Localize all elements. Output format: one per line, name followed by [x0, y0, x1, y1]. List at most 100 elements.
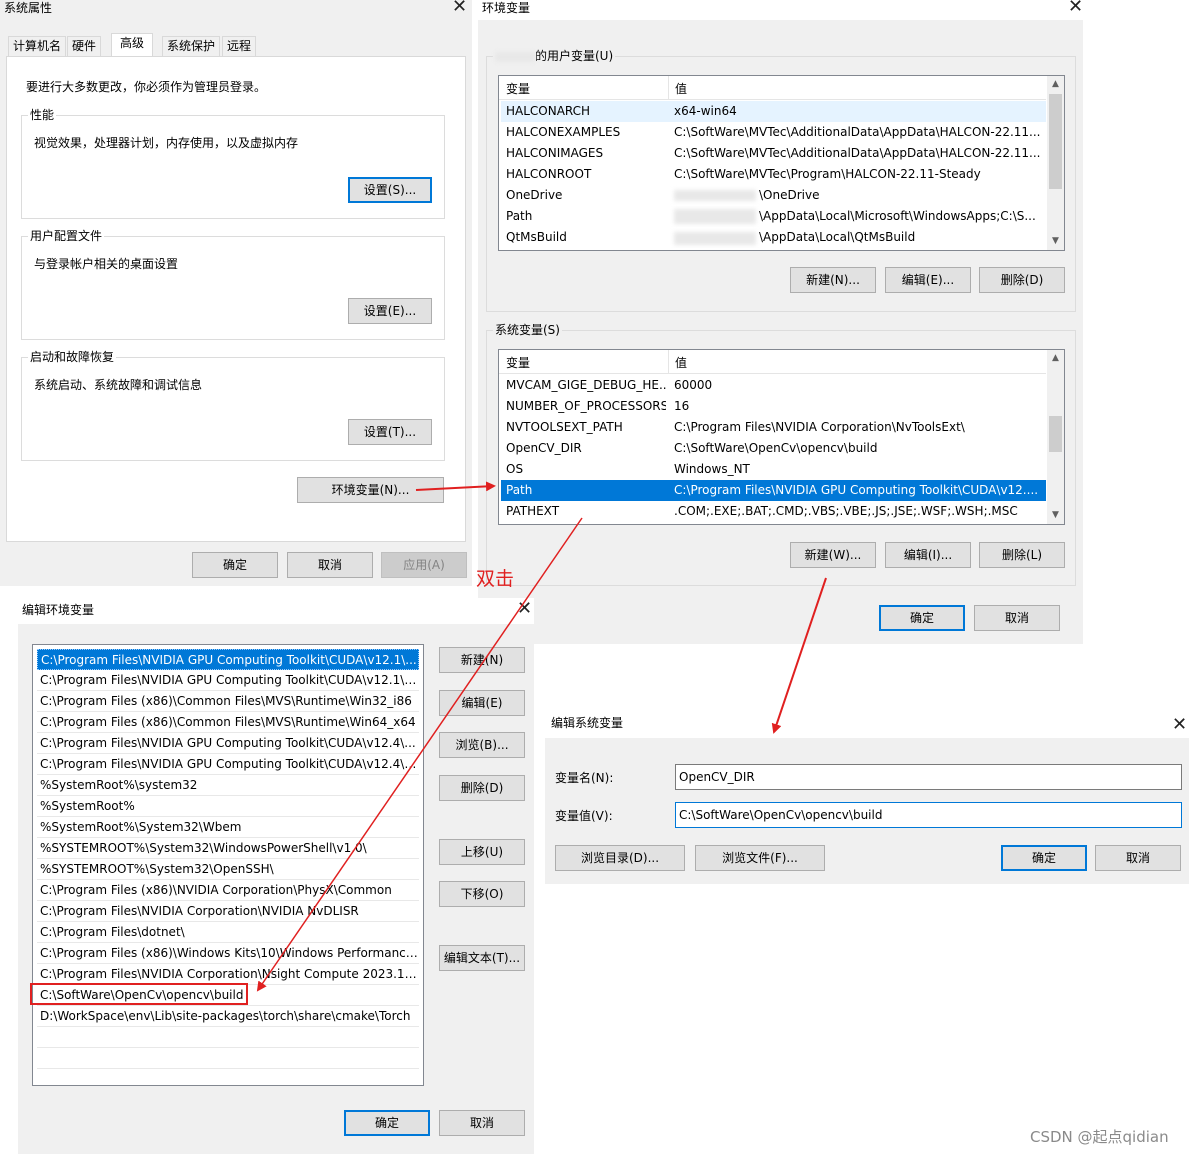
list-item[interactable]: C:\Program Files\NVIDIA GPU Computing To…	[37, 670, 419, 691]
list-item[interactable]: %SYSTEMROOT%\System32\WindowsPowerShell\…	[37, 838, 419, 859]
column-header-variable[interactable]: 变量	[506, 354, 530, 371]
list-item[interactable]: C:\Program Files (x86)\Common Files\MVS\…	[37, 691, 419, 712]
table-row[interactable]: NUMBER_OF_PROCESSORS 16	[501, 396, 1046, 417]
cancel-button[interactable]: 取消	[1095, 845, 1181, 871]
scrollbar[interactable]: ▲ ▼	[1047, 76, 1064, 250]
list-item-empty[interactable]	[37, 1048, 419, 1069]
browse-button[interactable]: 浏览(B)...	[439, 732, 525, 758]
ok-button[interactable]: 确定	[344, 1110, 430, 1136]
variable-name-input[interactable]: OpenCV_DIR	[675, 764, 1182, 790]
scroll-thumb[interactable]	[1049, 416, 1062, 452]
browse-file-button[interactable]: 浏览文件(F)...	[695, 845, 825, 871]
table-row[interactable]: OS Windows_NT	[501, 459, 1046, 480]
highlight-box	[30, 983, 248, 1005]
user-delete-button[interactable]: 删除(D)	[979, 267, 1065, 293]
table-row[interactable]: NVTOOLSEXT_PATH C:\Program Files\NVIDIA C…	[501, 417, 1046, 438]
close-icon[interactable]: ✕	[517, 600, 532, 618]
variable-name-label: 变量名(N):	[555, 771, 614, 785]
edit-text-button[interactable]: 编辑文本(T)...	[439, 945, 525, 971]
list-item[interactable]: C:\Program Files\dotnet\	[37, 922, 419, 943]
list-item[interactable]: C:\Program Files (x86)\Common Files\MVS\…	[37, 712, 419, 733]
ok-button[interactable]: 确定	[879, 605, 965, 631]
move-down-button[interactable]: 下移(O)	[439, 881, 525, 907]
user-edit-button[interactable]: 编辑(E)...	[885, 267, 971, 293]
list-item[interactable]: %SystemRoot%	[37, 796, 419, 817]
table-row-selected[interactable]: Path C:\Program Files\NVIDIA GPU Computin…	[501, 480, 1046, 501]
close-icon[interactable]: ✕	[1068, 0, 1083, 16]
list-header: 变量 值	[499, 350, 1046, 374]
list-header: 变量 值	[499, 76, 1046, 100]
list-item[interactable]: %SYSTEMROOT%\System32\OpenSSH\	[37, 859, 419, 880]
performance-group: 性能 视觉效果，处理器计划，内存使用，以及虚拟内存 设置(S)...	[21, 107, 445, 219]
blurred-path	[674, 209, 756, 224]
table-row[interactable]: Path \AppData\Local\Microsoft\WindowsApps…	[501, 206, 1046, 227]
list-item[interactable]: %SystemRoot%\System32\Wbem	[37, 817, 419, 838]
edit-button[interactable]: 编辑(E)	[439, 690, 525, 716]
table-row[interactable]: QtMsBuild \AppData\Local\QtMsBuild	[501, 227, 1046, 248]
cancel-button[interactable]: 取消	[439, 1110, 525, 1136]
system-variables-list[interactable]: 变量 值 MVCAM_GIGE_DEBUG_HE... 60000 NUMBER_…	[498, 349, 1065, 525]
variable-value-input[interactable]: C:\SoftWare\OpenCv\opencv\build	[675, 802, 1182, 828]
system-new-button[interactable]: 新建(W)...	[790, 542, 876, 568]
list-item[interactable]: D:\WorkSpace\env\Lib\site-packages\torch…	[37, 1006, 419, 1027]
list-item[interactable]: C:\Program Files\NVIDIA GPU Computing To…	[37, 754, 419, 775]
cancel-button[interactable]: 取消	[287, 552, 373, 578]
environment-variables-button[interactable]: 环境变量(N)...	[297, 477, 444, 503]
table-row[interactable]: HALCONARCH x64-win64	[501, 101, 1046, 122]
environment-variables-dialog: 环境变量 ✕ 的用户变量(U) 变量 值 HALCONARCH x64-win64…	[478, 0, 1083, 644]
table-row[interactable]: HALCONROOT C:\SoftWare\MVTec\Program\HALC…	[501, 164, 1046, 185]
list-item-empty[interactable]	[37, 1027, 419, 1048]
system-delete-button[interactable]: 删除(L)	[979, 542, 1065, 568]
list-item[interactable]: C:\Program Files (x86)\NVIDIA Corporatio…	[37, 880, 419, 901]
ok-button[interactable]: 确定	[1001, 845, 1087, 871]
path-entries-list[interactable]: C:\Program Files\NVIDIA GPU Computing To…	[32, 644, 424, 1086]
browse-directory-button[interactable]: 浏览目录(D)...	[555, 845, 685, 871]
table-row[interactable]: PATHEXT .COM;.EXE;.BAT;.CMD;.VBS;.VBE;.JS…	[501, 501, 1046, 522]
tab-remote[interactable]: 远程	[222, 36, 257, 56]
user-profiles-settings-button[interactable]: 设置(E)...	[348, 298, 432, 324]
list-item-selected[interactable]: C:\Program Files\NVIDIA GPU Computing To…	[37, 649, 419, 670]
scroll-down-icon[interactable]: ▼	[1047, 507, 1064, 524]
delete-button[interactable]: 删除(D)	[439, 775, 525, 801]
new-button[interactable]: 新建(N)	[439, 647, 525, 673]
admin-notice: 要进行大多数更改，你必须作为管理员登录。	[26, 80, 267, 94]
scroll-up-icon[interactable]: ▲	[1047, 350, 1064, 367]
table-row[interactable]: HALCONEXAMPLES C:\SoftWare\MVTec\Addition…	[501, 122, 1046, 143]
tab-system-protection[interactable]: 系统保护	[162, 36, 221, 56]
table-row[interactable]: MVCAM_GIGE_DEBUG_HE... 60000	[501, 375, 1046, 396]
column-header-variable[interactable]: 变量	[506, 80, 530, 97]
list-item[interactable]: C:\Program Files\NVIDIA Corporation\Nsig…	[37, 964, 419, 985]
column-header-value[interactable]: 值	[675, 354, 687, 371]
list-item[interactable]: C:\Program Files\NVIDIA Corporation\NVID…	[37, 901, 419, 922]
apply-button[interactable]: 应用(A)	[381, 552, 467, 578]
user-new-button[interactable]: 新建(N)...	[790, 267, 876, 293]
startup-recovery-desc: 系统启动、系统故障和调试信息	[34, 378, 203, 392]
performance-settings-button[interactable]: 设置(S)...	[348, 177, 432, 203]
ok-button[interactable]: 确定	[192, 552, 278, 578]
startup-recovery-settings-button[interactable]: 设置(T)...	[348, 419, 432, 445]
table-row[interactable]: OpenCV_DIR C:\SoftWare\OpenCv\opencv\buil…	[501, 438, 1046, 459]
tab-hardware[interactable]: 硬件	[67, 36, 102, 56]
user-profiles-label: 用户配置文件	[28, 228, 105, 244]
list-item[interactable]: C:\Program Files\NVIDIA GPU Computing To…	[37, 733, 419, 754]
move-up-button[interactable]: 上移(U)	[439, 839, 525, 865]
table-row[interactable]: HALCONIMAGES C:\SoftWare\MVTec\Additional…	[501, 143, 1046, 164]
tab-computer-name[interactable]: 计算机名	[8, 36, 67, 56]
list-item[interactable]: C:\Program Files (x86)\Windows Kits\10\W…	[37, 943, 419, 964]
column-header-value[interactable]: 值	[675, 80, 687, 97]
scrollbar[interactable]: ▲ ▼	[1047, 350, 1064, 524]
edit-environment-variable-dialog: 编辑环境变量 ✕ C:\Program Files\NVIDIA GPU Com…	[0, 598, 534, 1154]
cancel-button[interactable]: 取消	[974, 605, 1060, 631]
close-icon[interactable]: ✕	[1172, 716, 1187, 734]
close-icon[interactable]: ✕	[452, 0, 467, 16]
scroll-up-icon[interactable]: ▲	[1047, 76, 1064, 93]
user-variables-label: 的用户变量(U)	[493, 48, 616, 64]
scroll-down-icon[interactable]: ▼	[1047, 233, 1064, 250]
system-edit-button[interactable]: 编辑(I)...	[885, 542, 971, 568]
list-item[interactable]: %SystemRoot%\system32	[37, 775, 419, 796]
tab-advanced[interactable]: 高级	[111, 33, 154, 57]
scroll-thumb[interactable]	[1049, 94, 1062, 189]
blurred-path	[674, 232, 756, 245]
user-variables-list[interactable]: 变量 值 HALCONARCH x64-win64 HALCONEXAMPLES C…	[498, 75, 1065, 251]
table-row[interactable]: OneDrive \OneDrive	[501, 185, 1046, 206]
